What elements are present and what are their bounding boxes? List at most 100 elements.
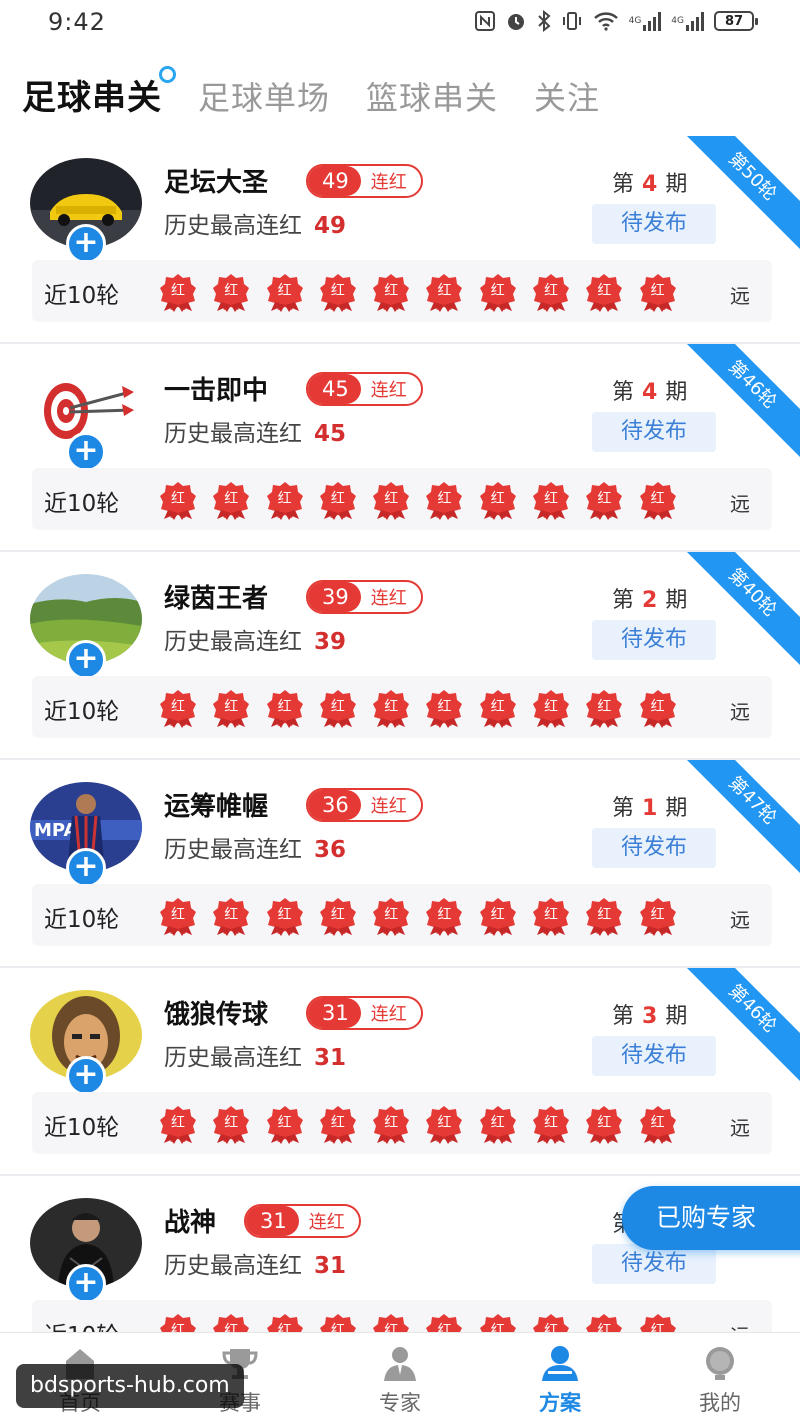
period-info: 第4期 — [612, 380, 688, 405]
follow-button[interactable]: + — [66, 640, 106, 680]
badge-text: 红 — [277, 1115, 292, 1131]
recent-results[interactable]: 近10轮 红 红 红 红 红 红 红 红 红 红 远 — [32, 1300, 772, 1332]
badge-text: 红 — [437, 283, 452, 299]
red-result-badge: 红 — [211, 1312, 251, 1332]
badge-text: 红 — [384, 699, 399, 715]
expert-card[interactable]: + 饿狼传球 31 连红 历史最高连红 31 第3期 待发布 第46轮 近10轮 … — [0, 968, 800, 1176]
history-best-value: 49 — [314, 213, 347, 239]
red-result-badge: 红 — [531, 896, 571, 936]
signal-1-icon: 4G — [629, 10, 662, 32]
badge-text: 红 — [224, 699, 239, 715]
publish-status-button[interactable]: 待发布 — [592, 204, 716, 244]
publish-status-button[interactable]: 待发布 — [592, 620, 716, 660]
recent-results[interactable]: 近10轮 红 红 红 红 红 红 红 红 红 红 远 — [32, 884, 772, 946]
red-result-badge: 红 — [211, 480, 251, 520]
expert-card[interactable]: + 一击即中 45 连红 历史最高连红 45 第4期 待发布 第46轮 近10轮 … — [0, 344, 800, 552]
period-info: 第2期 — [612, 588, 688, 613]
recent-results[interactable]: 近10轮 红 红 红 红 红 红 红 红 红 红 远 — [32, 676, 772, 738]
tab-follow[interactable]: 关注 — [534, 73, 600, 119]
badge-text: 红 — [437, 1115, 452, 1131]
far-label: 远 — [730, 908, 750, 932]
alarm-icon — [505, 10, 527, 32]
tab-basketball-parlay[interactable]: 篮球串关 — [366, 73, 498, 119]
badge-text: 红 — [277, 491, 292, 507]
badge-text: 红 — [171, 699, 185, 715]
period-number: 1 — [642, 796, 658, 821]
period-info: 第3期 — [612, 1004, 688, 1029]
period-info: 第1期 — [612, 796, 688, 821]
history-best: 历史最高连红 45 — [164, 421, 347, 447]
red-result-badge: 红 — [265, 1104, 305, 1144]
red-result-badge: 红 — [371, 896, 411, 936]
badge-text: 红 — [330, 1115, 345, 1131]
expert-card[interactable]: MPA A + 运筹帷幄 36 连红 历史最高连红 36 第1期 待发布 第47轮… — [0, 760, 800, 968]
publish-status-button[interactable]: 待发布 — [592, 412, 716, 452]
red-result-badge: 红 — [265, 480, 305, 520]
red-result-badge: 红 — [318, 1312, 358, 1332]
red-result-badge: 红 — [478, 1104, 518, 1144]
period-number: 4 — [642, 380, 658, 405]
follow-button[interactable]: + — [66, 1056, 106, 1096]
badge-text: 红 — [224, 1323, 239, 1332]
badge-text: 红 — [544, 699, 559, 715]
recent-label: 近10轮 — [44, 1316, 119, 1332]
badge-text: 红 — [544, 1323, 559, 1332]
badge-text: 红 — [597, 699, 612, 715]
publish-status-button[interactable]: 待发布 — [592, 1244, 716, 1284]
red-result-badge: 红 — [158, 688, 198, 728]
badge-text: 红 — [544, 907, 559, 923]
nav-experts[interactable]: 专家 — [320, 1333, 480, 1422]
far-label: 远 — [730, 284, 750, 308]
follow-button[interactable]: + — [66, 848, 106, 888]
publish-status-button[interactable]: 待发布 — [592, 1036, 716, 1076]
publish-status-button[interactable]: 待发布 — [592, 828, 716, 868]
purchased-experts-button[interactable]: 已购专家 — [622, 1186, 800, 1250]
history-best-value: 39 — [314, 629, 347, 655]
streak-count: 45 — [308, 374, 361, 404]
watermark: bdsports-hub.com — [16, 1364, 244, 1408]
far-label: 远 — [730, 700, 750, 724]
badge-text: 红 — [171, 1323, 185, 1332]
red-result-badge: 红 — [371, 1104, 411, 1144]
streak-badge: 39 连红 — [306, 580, 423, 614]
red-result-badge: 红 — [424, 1104, 464, 1144]
nav-plans[interactable]: 方案 — [480, 1333, 640, 1422]
red-result-badge: 红 — [318, 688, 358, 728]
tab-football-single[interactable]: 足球单场 — [198, 73, 330, 119]
streak-label: 连红 — [308, 1212, 345, 1233]
recent-results[interactable]: 近10轮 红 红 红 红 红 红 红 红 红 红 远 — [32, 1092, 772, 1154]
badge-text: 红 — [277, 907, 292, 923]
badge-text: 红 — [277, 699, 292, 715]
follow-button[interactable]: + — [66, 432, 106, 472]
history-best-value: 36 — [314, 837, 347, 863]
history-best: 历史最高连红 36 — [164, 837, 347, 863]
red-result-badge: 红 — [638, 480, 678, 520]
red-result-badge: 红 — [424, 480, 464, 520]
red-result-badge: 红 — [371, 1312, 411, 1332]
follow-button[interactable]: + — [66, 1264, 106, 1304]
red-result-badge: 红 — [424, 688, 464, 728]
expert-card[interactable]: + 足坛大圣 49 连红 历史最高连红 49 第4期 待发布 第50轮 近10轮 … — [0, 136, 800, 344]
follow-button[interactable]: + — [66, 224, 106, 264]
result-badges: 红红红红红红红红红红 — [158, 480, 691, 520]
recent-label: 近10轮 — [44, 907, 120, 933]
badge-text: 红 — [224, 1115, 239, 1131]
red-result-badge: 红 — [265, 272, 305, 312]
badge-text: 红 — [597, 1323, 612, 1332]
badge-text: 红 — [437, 1323, 452, 1332]
recent-results[interactable]: 近10轮 红 红 红 红 红 红 红 红 红 红 远 — [32, 260, 772, 322]
history-best: 历史最高连红 49 — [164, 213, 347, 239]
status-time: 9:42 — [48, 8, 106, 36]
red-result-badge: 红 — [638, 1312, 678, 1332]
badge-text: 红 — [597, 1115, 612, 1131]
streak-badge: 31 连红 — [306, 996, 423, 1030]
nav-profile[interactable]: 我的 — [640, 1333, 800, 1422]
streak-count: 31 — [308, 998, 361, 1028]
expert-card[interactable]: + 绿茵王者 39 连红 历史最高连红 39 第2期 待发布 第40轮 近10轮 … — [0, 552, 800, 760]
result-badges: 红红红红红红红红红红 — [158, 1104, 691, 1144]
expert-name: 运筹帷幄 — [164, 792, 269, 822]
expert-name: 战神 — [164, 1208, 217, 1238]
recent-results[interactable]: 近10轮 红 红 红 红 红 红 红 红 红 红 远 — [32, 468, 772, 530]
tab-football-parlay[interactable]: 足球串关 — [22, 66, 176, 119]
streak-badge: 31 连红 — [244, 1204, 361, 1238]
